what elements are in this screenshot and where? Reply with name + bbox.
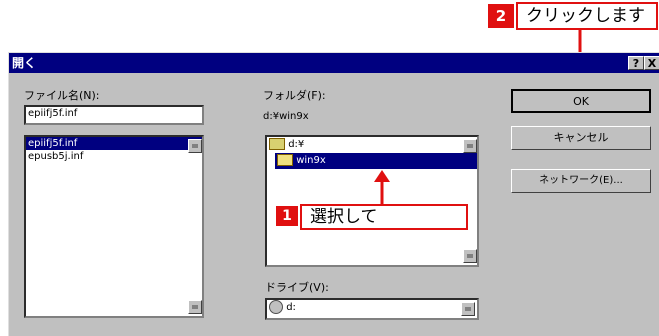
open-folder-icon	[269, 138, 285, 150]
title-bar: 開く ? X	[9, 53, 659, 73]
cd-drive-icon	[269, 300, 283, 314]
network-button[interactable]: ネットワーク(E)...	[511, 169, 651, 193]
open-folder-icon	[277, 154, 293, 166]
file-scroll-down[interactable]	[188, 300, 202, 314]
drive-label: ドライブ(V):	[265, 281, 329, 294]
step1-number: 1	[276, 206, 298, 226]
help-button[interactable]: ?	[628, 56, 644, 70]
folder-item-win9x[interactable]: win9x	[275, 153, 477, 169]
filename-label: ファイル名(N):	[24, 89, 100, 102]
drive-value: d:	[286, 302, 296, 313]
cancel-button[interactable]: キャンセル	[511, 126, 651, 150]
step1-arrow	[374, 170, 390, 204]
file-item-1[interactable]: epiifj5f.inf	[26, 137, 202, 150]
step2-number: 2	[488, 4, 514, 28]
file-scroll-up[interactable]	[188, 139, 202, 153]
filename-input[interactable]: epiifj5f.inf	[24, 105, 204, 125]
folder-scroll-down[interactable]	[463, 249, 477, 263]
close-button[interactable]: X	[644, 56, 659, 70]
drive-dropdown-arrow[interactable]	[461, 302, 475, 316]
step1-callout: 選択して	[300, 204, 468, 230]
step2-text: クリックします	[526, 6, 645, 26]
folder-item-root[interactable]: d:¥	[267, 137, 477, 153]
folder-item-win9x-label: win9x	[296, 155, 326, 166]
folder-label: フォルダ(F):	[263, 89, 326, 102]
file-listbox[interactable]: epiifj5f.inf epusb5j.inf	[24, 135, 204, 318]
folder-scroll-up[interactable]	[463, 139, 477, 153]
drive-select[interactable]: d:	[265, 298, 479, 320]
step2-callout: クリックします	[516, 2, 658, 30]
folder-path: d:¥win9x	[263, 111, 309, 122]
open-file-dialog: 開く ? X ファイル名(N): epiifj5f.inf epiifj5f.i…	[8, 52, 659, 336]
folder-item-root-label: d:¥	[288, 139, 305, 150]
file-item-2[interactable]: epusb5j.inf	[26, 150, 202, 163]
ok-button[interactable]: OK	[511, 89, 651, 113]
dialog-title: 開く	[12, 56, 37, 70]
step1-text: 選択して	[310, 207, 378, 227]
